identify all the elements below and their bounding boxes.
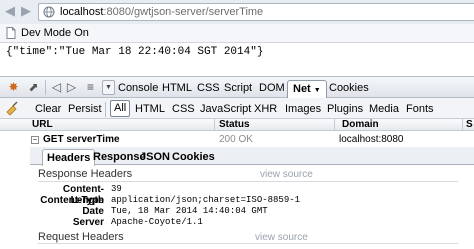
filter-images[interactable]: Images [285,102,321,116]
tab-script[interactable]: Script [224,80,252,96]
filter-html[interactable]: HTML [135,102,165,116]
bookmark-dev-mode-on[interactable]: Dev Mode On [21,27,89,40]
back-icon[interactable]: ◀ [5,4,17,18]
tab-headers[interactable]: Headers [42,149,96,166]
request-status: 200 OK [219,134,253,145]
url-host: localhost [60,6,104,18]
tab-json[interactable]: JSON [140,150,170,165]
chevron-down-icon: ▼ [313,87,321,94]
header-value: Tue, 18 Mar 2014 14:40:04 GMT [111,206,268,216]
filter-css[interactable]: CSS [172,102,195,116]
forward-arrow-icon[interactable]: ▷ [64,80,79,95]
bookmarks-bar: Dev Mode On [0,24,474,43]
filter-all[interactable]: All [110,100,131,117]
chevron-down-icon[interactable]: ▼ [102,80,115,95]
request-row[interactable]: − GET serverTime 200 OK localhost:8080 [0,132,474,147]
header-name: Content-Type [40,195,104,206]
tab-dom[interactable]: DOM [259,80,285,96]
request-domain: localhost:8080 [339,134,404,145]
header-name: Server [72,217,104,228]
firebug-icon[interactable]: ✸ [6,80,21,95]
clear-button[interactable]: Clear [35,102,61,116]
response-headers-title: Response Headers [38,168,133,180]
forward-icon[interactable]: ▶ [21,4,33,18]
address-bar: ◀ ▶ localhost:8080/gwtjson-server/server… [0,0,474,24]
section-divider [38,243,458,244]
column-status[interactable]: Status [219,119,250,131]
header-value: application/json;charset=ISO-8859-1 [111,195,301,205]
header-value: Apache-Coyote/1.1 [111,217,203,227]
header-name: Date [82,206,104,217]
url-field[interactable]: localhost:8080/gwtjson-server/serverTime [38,3,474,21]
tab-cookies[interactable]: Cookies [329,80,369,96]
json-response-text: {"time":"Tue Mar 18 22:40:04 SGT 2014"} [6,46,264,58]
filter-fonts[interactable]: Fonts [406,102,434,116]
detail-tab-bar: Headers Response JSON Cookies [30,147,474,166]
tab-response[interactable]: Response [93,150,146,165]
view-source-link[interactable]: view source [260,168,313,181]
url-path: :8080/gwtjson-server/serverTime [103,6,264,18]
net-filter-bar: Clear Persist All HTML CSS JavaScript XH… [0,98,474,119]
tab-console[interactable]: Console [118,80,158,96]
section-divider [38,181,458,182]
request-url: GET serverTime [43,134,120,145]
tab-net-label: Net [293,83,311,95]
tab-css[interactable]: CSS [197,80,220,96]
view-source-link[interactable]: view source [255,231,308,244]
tab-cookies[interactable]: Cookies [172,150,215,165]
tab-net[interactable]: Net ▼ [287,80,327,98]
url-text: localhost:8080/gwtjson-server/serverTime [60,6,263,19]
firebug-toolbar: ✸ ⬈ ◁ ▷ ≡ ▼ Console HTML CSS Script DOM … [0,76,474,98]
persist-button[interactable]: Persist [68,102,102,116]
tab-html[interactable]: HTML [162,80,192,96]
column-size[interactable]: S [466,119,473,131]
clear-icon[interactable] [4,101,19,116]
filter-javascript[interactable]: JavaScript [200,102,251,116]
filter-plugins[interactable]: Plugins [327,102,363,116]
back-arrow-icon[interactable]: ◁ [49,80,64,95]
page-icon [6,27,16,39]
column-domain[interactable]: Domain [342,119,379,131]
inspect-icon[interactable]: ⬈ [26,80,41,95]
column-url[interactable]: URL [32,119,53,131]
menu-lines-icon[interactable]: ≡ [83,80,98,95]
net-column-header: URL Status Domain S [0,119,474,131]
filter-xhr[interactable]: XHR [254,102,277,116]
header-value: 39 [111,184,122,194]
globe-icon [43,6,55,18]
filter-media[interactable]: Media [369,102,399,116]
collapse-icon[interactable]: − [31,136,39,144]
